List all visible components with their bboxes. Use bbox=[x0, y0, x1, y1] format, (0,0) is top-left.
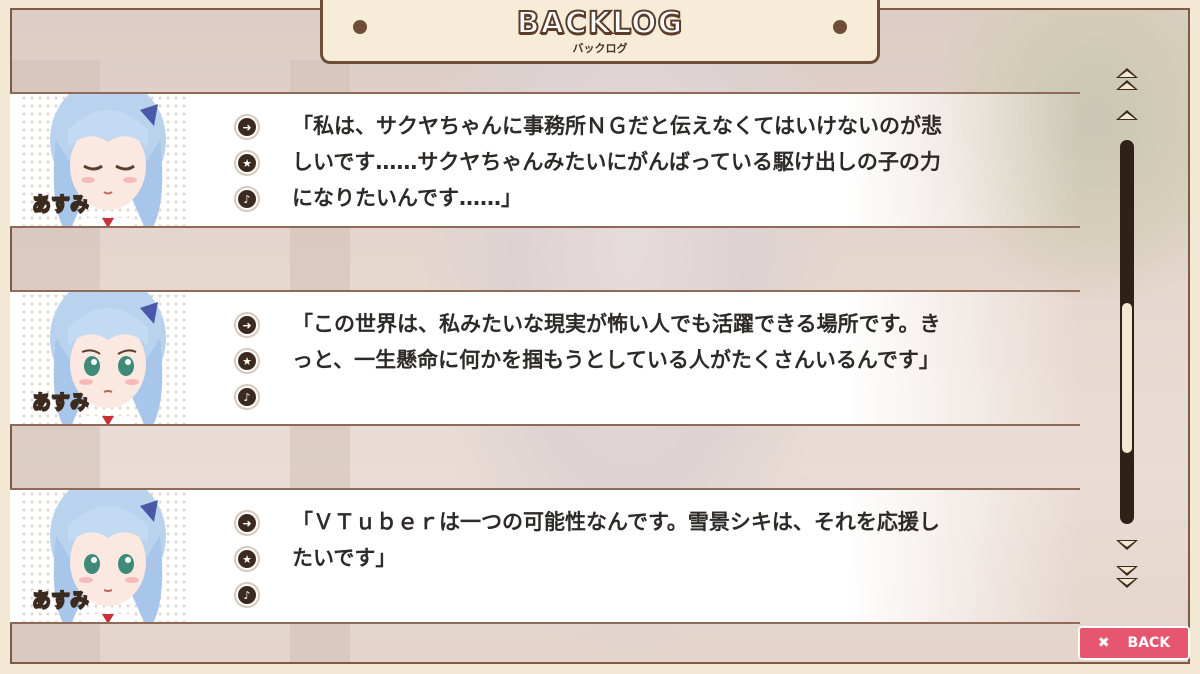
star-icon: ★ bbox=[238, 352, 256, 370]
jump-to-line-button[interactable]: ➜ bbox=[234, 114, 260, 140]
favorite-button[interactable]: ★ bbox=[234, 150, 260, 176]
backlog-entry: あすみ ➜ ★ ♪ 「ＶＴｕｂｅｒは一つの可能性なんです。雪景シキは、それを応援… bbox=[10, 488, 1080, 624]
speaker-icon: ♪ bbox=[238, 586, 256, 604]
backlog-entry: あすみ ➜ ★ ♪ 「この世界は、私みたいな現実が怖い人でも活躍できる場所です。… bbox=[10, 290, 1080, 426]
back-button-label: BACK bbox=[1127, 635, 1171, 651]
dialogue-text: 「この世界は、私みたいな現実が怖い人でも活躍できる場所です。きっと、一生懸命に何… bbox=[292, 312, 941, 372]
backlog-entry: あすみ ➜ ★ ♪ 「私は、サクヤちゃんに事務所ＮＧだと伝えなくてはいけないのが… bbox=[10, 92, 1080, 228]
replay-voice-button[interactable]: ♪ bbox=[234, 186, 260, 212]
chevron-down-icon-part bbox=[1116, 578, 1138, 588]
speaker-icon: ♪ bbox=[238, 388, 256, 406]
chevron-up-icon-part bbox=[1116, 80, 1138, 90]
replay-voice-button[interactable]: ♪ bbox=[234, 582, 260, 608]
chevron-down-icon bbox=[1116, 540, 1138, 550]
character-portrait: あすみ bbox=[20, 94, 190, 226]
chevron-up-icon bbox=[1116, 110, 1138, 120]
speaker-name: あすみ bbox=[31, 390, 90, 414]
dialogue-text: 「ＶＴｕｂｅｒは一つの可能性なんです。雪景シキは、それを応援したいです」 bbox=[292, 510, 940, 570]
jump-to-line-button[interactable]: ➜ bbox=[234, 312, 260, 338]
page-title: BACKLOG bbox=[516, 5, 684, 42]
back-button[interactable]: ✖ BACK bbox=[1078, 626, 1190, 660]
favorite-button[interactable]: ★ bbox=[234, 348, 260, 374]
scrollbar-thumb[interactable] bbox=[1122, 303, 1132, 453]
speaker-icon: ♪ bbox=[238, 190, 256, 208]
scroll-to-top-button[interactable] bbox=[1114, 68, 1140, 90]
scroll-to-bottom-button[interactable] bbox=[1114, 566, 1140, 588]
title-plate: BACKLOG バックログ bbox=[320, 0, 880, 64]
double-chevron-down-icon bbox=[1116, 566, 1138, 576]
arrow-jump-icon: ➜ bbox=[238, 514, 256, 532]
character-portrait: あすみ bbox=[20, 490, 190, 622]
double-chevron-up-icon bbox=[1116, 68, 1138, 78]
character-portrait: あすみ bbox=[20, 292, 190, 424]
replay-voice-button[interactable]: ♪ bbox=[234, 384, 260, 410]
scroll-up-button[interactable] bbox=[1114, 104, 1140, 126]
star-icon: ★ bbox=[238, 154, 256, 172]
arrow-jump-icon: ➜ bbox=[238, 118, 256, 136]
star-icon: ★ bbox=[238, 550, 256, 568]
favorite-button[interactable]: ★ bbox=[234, 546, 260, 572]
page-subtitle: バックログ bbox=[572, 42, 628, 55]
arrow-jump-icon: ➜ bbox=[238, 316, 256, 334]
dialogue-text: 「私は、サクヤちゃんに事務所ＮＧだと伝えなくてはいけないのが悲しいです……サクヤ… bbox=[292, 114, 942, 210]
speaker-name: あすみ bbox=[31, 588, 90, 612]
speaker-name: あすみ bbox=[31, 192, 90, 216]
scroll-down-button[interactable] bbox=[1114, 534, 1140, 556]
jump-to-line-button[interactable]: ➜ bbox=[234, 510, 260, 536]
close-x-icon: ✖ bbox=[1097, 635, 1110, 651]
